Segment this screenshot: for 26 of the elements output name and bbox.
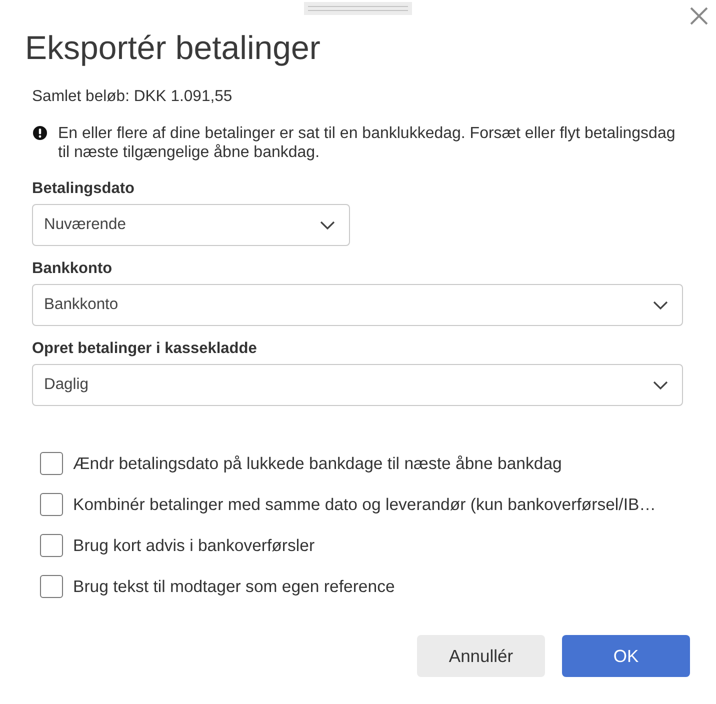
cancel-button[interactable]: Annullér bbox=[417, 635, 545, 677]
field-label: Betalingsdato bbox=[32, 179, 134, 199]
chevron-down-icon bbox=[320, 220, 335, 230]
warning-message: En eller flere af dine betalinger er sat til en banklukkedag. Forsæt eller flyt betalingsdag til næste tilgængelige åbne bankdag. bbox=[58, 124, 676, 162]
dialog-title: Eksportér betalinger bbox=[25, 29, 320, 67]
chevron-down-icon bbox=[653, 380, 668, 390]
ok-button[interactable]: OK bbox=[562, 635, 690, 677]
checkbox-label: Brug tekst til modtager som egen reference bbox=[73, 576, 395, 597]
close-icon bbox=[690, 7, 708, 25]
dropdown[interactable]: Bankkonto bbox=[32, 284, 683, 326]
total-amount: Samlet beløb: DKK 1.091,55 bbox=[32, 87, 232, 107]
checkbox[interactable] bbox=[40, 452, 63, 475]
checkbox[interactable] bbox=[40, 575, 63, 598]
dropdown[interactable]: Daglig bbox=[32, 364, 683, 406]
checkbox[interactable] bbox=[40, 493, 63, 516]
checkbox-label: Kombinér betalinger med samme dato og leverandør (kun bankoverførsel/IB… bbox=[73, 494, 656, 515]
field-label: Bankkonto bbox=[32, 259, 112, 279]
close-button[interactable] bbox=[690, 7, 708, 25]
field-label: Opret betalinger i kassekladde bbox=[32, 339, 257, 359]
checkbox-label: Brug kort advis i bankoverførsler bbox=[73, 535, 315, 556]
drag-handle[interactable] bbox=[304, 2, 412, 15]
checkbox-label: Ændr betalingsdato på lukkede bankdage til næste åbne bankdag bbox=[73, 453, 562, 474]
dropdown[interactable]: Nuværende bbox=[32, 204, 350, 246]
warning-icon bbox=[33, 126, 47, 140]
checkbox[interactable] bbox=[40, 534, 63, 557]
chevron-down-icon bbox=[653, 300, 668, 310]
